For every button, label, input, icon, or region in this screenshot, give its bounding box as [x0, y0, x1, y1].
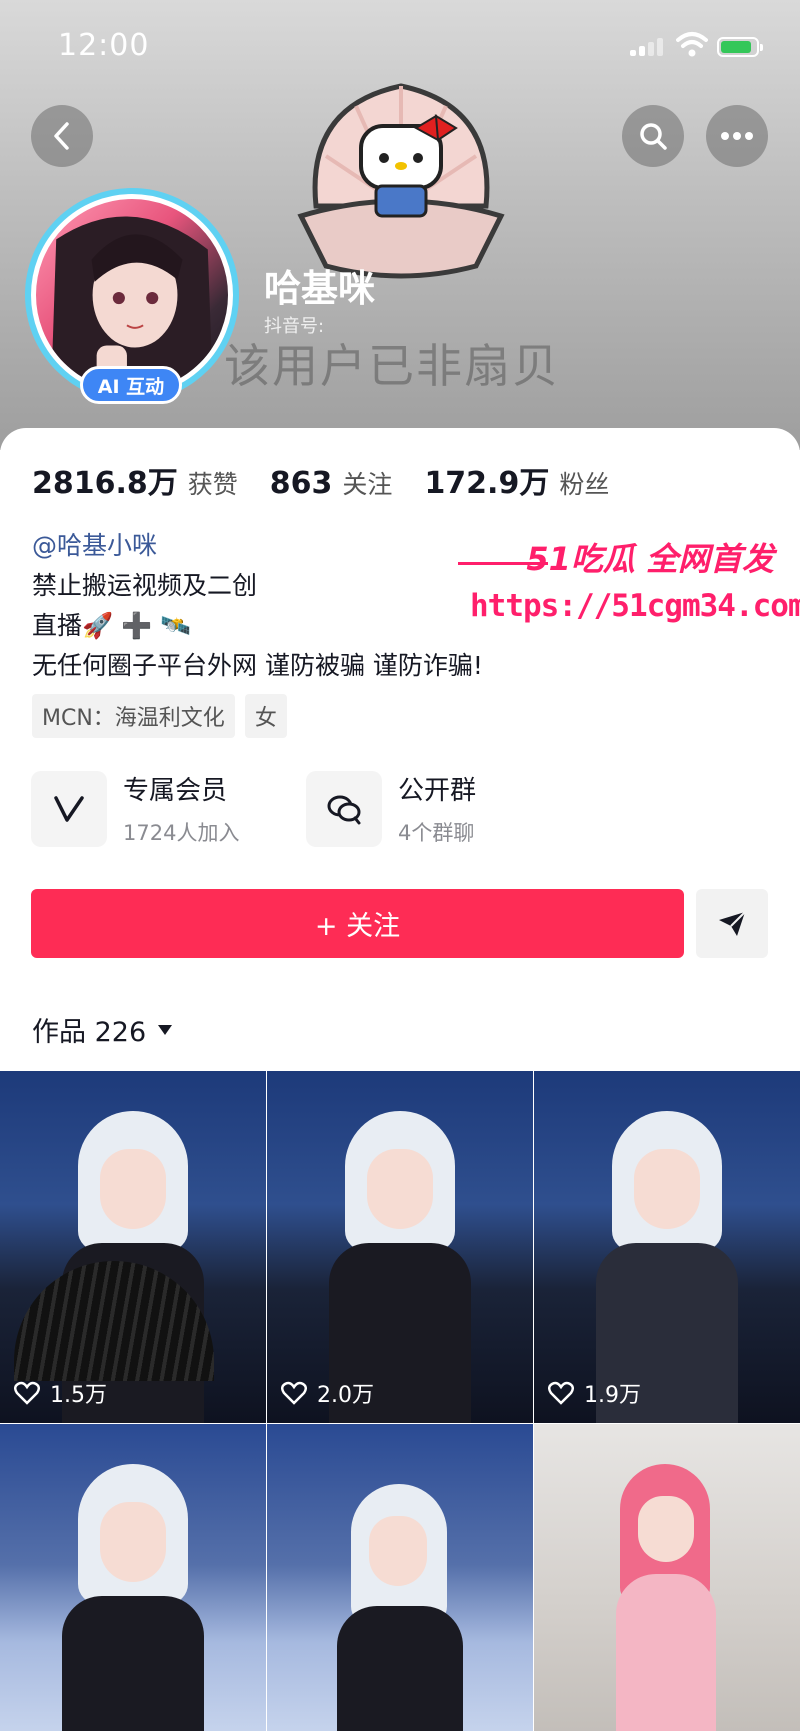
stat-following-value: 863 — [269, 466, 333, 501]
chevron-left-icon — [54, 122, 69, 150]
status-time: 12:00 — [58, 28, 150, 63]
v-member-icon — [31, 770, 107, 847]
profile-nickname: 哈基咪 — [264, 267, 375, 310]
video-thumbnail[interactable] — [534, 1424, 800, 1731]
watermark-url: https://51cgm34.com — [470, 588, 800, 624]
stat-following[interactable]: 863 关注 — [270, 465, 393, 501]
stat-followers-value: 172.9万 — [424, 466, 550, 501]
profile-tags: MCN：海温利文化 女 — [32, 694, 287, 738]
member-club-count: 1724人加入 — [123, 821, 240, 845]
search-icon — [640, 123, 667, 150]
works-count-label: 作品 226 — [32, 1017, 147, 1048]
video-thumbnail[interactable]: 1.9万 — [534, 1071, 800, 1423]
ai-interaction-badge[interactable]: AI 互动 — [80, 366, 182, 404]
search-button[interactable] — [622, 105, 684, 167]
share-button[interactable] — [696, 889, 768, 958]
video-likes-count: 2.0万 — [317, 1383, 374, 1408]
ellipsis-icon — [721, 132, 753, 140]
back-button[interactable] — [31, 105, 93, 167]
video-thumbnail[interactable]: 2.0万 — [267, 1071, 533, 1423]
cellular-signal-icon — [630, 38, 664, 56]
bio-line: 无任何圈子平台外网 谨防被骗 谨防诈骗! — [32, 651, 483, 680]
heart-icon — [14, 1381, 40, 1405]
pixel-shell-kitty-banner — [297, 83, 505, 279]
stat-likes[interactable]: 2816.8万 获赞 — [32, 458, 238, 502]
battery-icon — [717, 37, 763, 57]
stat-likes-label: 获赞 — [187, 470, 238, 499]
watermark-ghost-text: 该用户已非扇贝 — [224, 339, 560, 393]
mcn-tag[interactable]: MCN：海温利文化 — [32, 694, 235, 738]
heart-icon — [281, 1381, 307, 1405]
video-likes: 2.0万 — [281, 1377, 374, 1409]
member-club-entry[interactable]: 专属会员 1724人加入 — [31, 770, 239, 847]
public-group-title: 公开群 — [398, 776, 477, 806]
video-likes-count: 1.9万 — [584, 1383, 641, 1408]
site-watermark: 51吃瓜 全网首发 https://51cgm34.com — [450, 534, 800, 654]
video-thumbnail[interactable]: 1.5万 — [0, 1071, 266, 1423]
heart-icon — [548, 1381, 574, 1405]
profile-header: 12:00 该用户已非扇贝 AI 互动 哈基咪 抖音号: — [0, 0, 800, 450]
video-likes-count: 1.5万 — [50, 1383, 107, 1408]
stat-followers[interactable]: 172.9万 粉丝 — [424, 458, 609, 502]
follow-button[interactable]: + 关注 — [31, 889, 684, 958]
member-club-title: 专属会员 — [123, 776, 228, 806]
video-thumbnail[interactable] — [267, 1424, 533, 1731]
video-likes: 1.9万 — [548, 1377, 641, 1409]
gender-tag: 女 — [244, 694, 287, 738]
wifi-icon — [676, 32, 708, 57]
group-chat-icon — [306, 770, 382, 847]
more-options-button[interactable] — [706, 105, 768, 167]
stat-following-label: 关注 — [342, 470, 393, 499]
bio-line: 禁止搬运视频及二创 — [32, 571, 258, 600]
stat-likes-value: 2816.8万 — [32, 466, 178, 501]
douyin-id: 抖音号: — [264, 316, 325, 337]
public-group-entry[interactable]: 公开群 4个群聊 — [306, 770, 476, 847]
bio-line: 直播🚀 ➕ 🛰️ — [32, 611, 192, 640]
public-group-count: 4个群聊 — [398, 821, 475, 845]
caret-down-icon — [158, 1024, 173, 1035]
bio-handle-link[interactable]: @哈基小咪 — [32, 526, 157, 562]
works-tab[interactable]: 作品 226 — [32, 1010, 173, 1049]
stat-followers-label: 粉丝 — [559, 470, 610, 499]
video-likes: 1.5万 — [14, 1377, 107, 1409]
video-thumbnail[interactable] — [0, 1424, 266, 1731]
profile-stats: 2816.8万 获赞 863 关注 172.9万 粉丝 — [32, 458, 641, 502]
send-icon — [719, 910, 746, 936]
watermark-title: 51吃瓜 全网首发 — [526, 540, 774, 578]
